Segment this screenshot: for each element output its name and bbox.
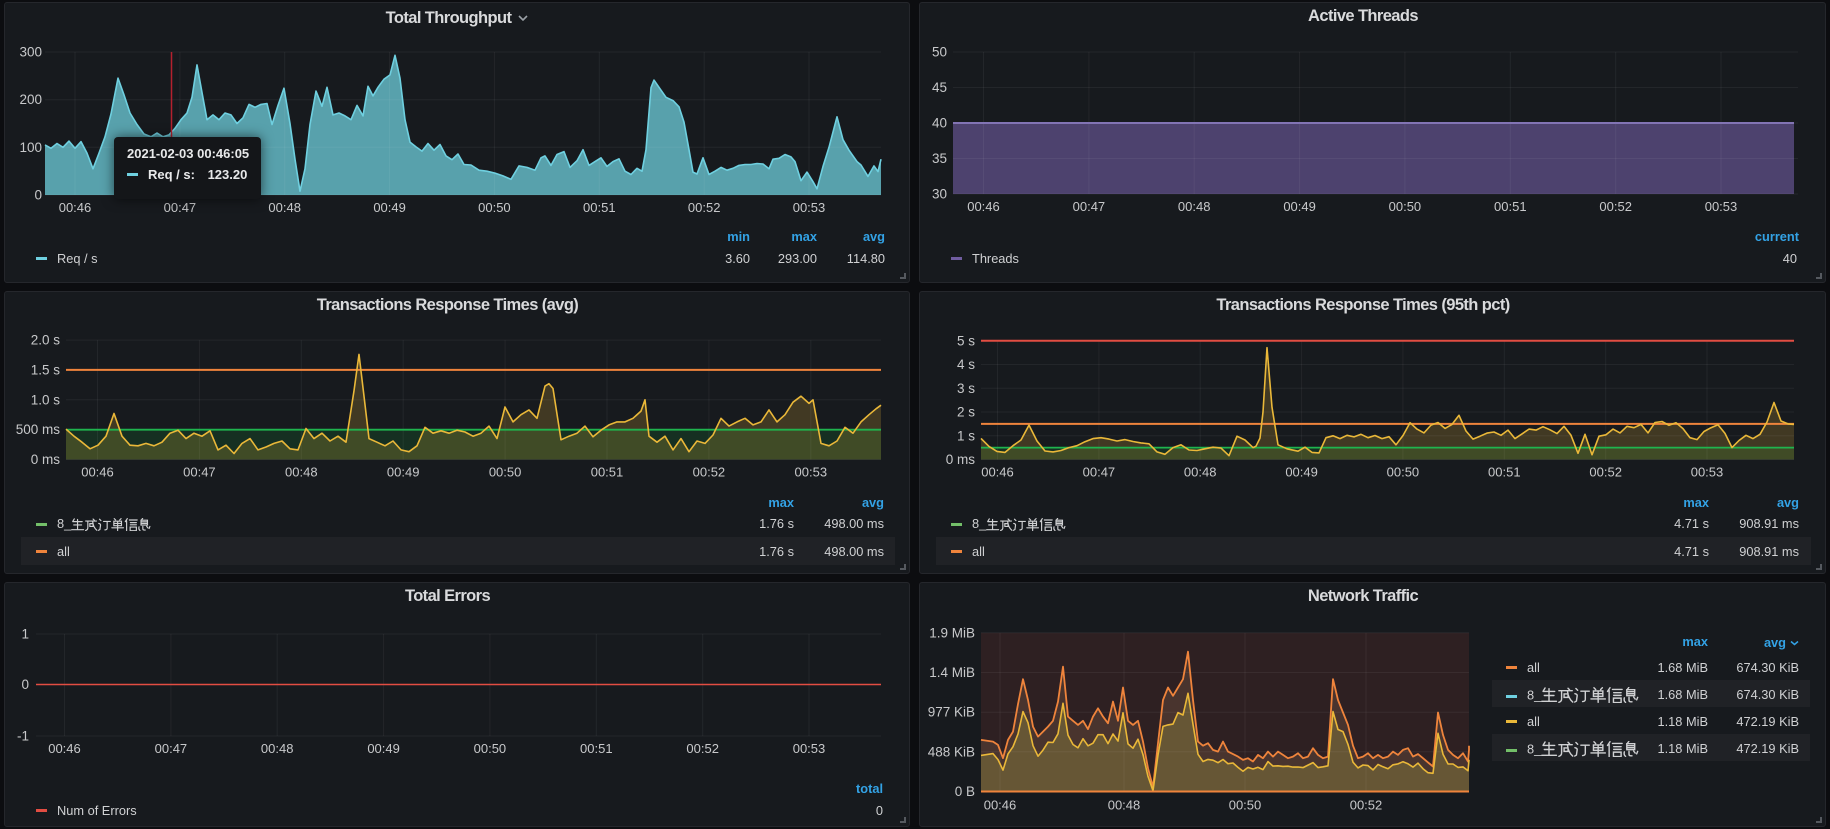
svg-text:00:48: 00:48 bbox=[1184, 465, 1217, 480]
svg-text:00:52: 00:52 bbox=[1599, 199, 1632, 214]
svg-text:00:47: 00:47 bbox=[183, 465, 216, 480]
svg-text:00:53: 00:53 bbox=[1691, 465, 1724, 480]
svg-text:00:47: 00:47 bbox=[155, 741, 188, 756]
svg-text:00:47: 00:47 bbox=[1083, 465, 1116, 480]
svg-text:00:50: 00:50 bbox=[1389, 199, 1422, 214]
svg-text:4 s: 4 s bbox=[957, 357, 975, 372]
svg-text:00:50: 00:50 bbox=[474, 741, 507, 756]
svg-text:1: 1 bbox=[21, 627, 29, 642]
svg-text:1.5 s: 1.5 s bbox=[31, 362, 61, 377]
svg-text:-1: -1 bbox=[17, 729, 29, 744]
svg-text:500 ms: 500 ms bbox=[16, 422, 61, 437]
svg-text:40: 40 bbox=[932, 116, 947, 131]
svg-text:00:51: 00:51 bbox=[1494, 199, 1527, 214]
svg-text:00:51: 00:51 bbox=[591, 465, 624, 480]
svg-text:00:50: 00:50 bbox=[1387, 465, 1420, 480]
svg-text:00:53: 00:53 bbox=[793, 200, 826, 215]
svg-text:00:46: 00:46 bbox=[81, 465, 114, 480]
svg-text:0 ms: 0 ms bbox=[946, 452, 976, 467]
svg-text:00:51: 00:51 bbox=[580, 741, 613, 756]
svg-text:00:52: 00:52 bbox=[688, 200, 721, 215]
svg-text:00:48: 00:48 bbox=[285, 465, 318, 480]
svg-text:00:46: 00:46 bbox=[981, 465, 1014, 480]
svg-text:00:52: 00:52 bbox=[1589, 465, 1622, 480]
svg-text:00:46: 00:46 bbox=[48, 741, 81, 756]
svg-text:00:48: 00:48 bbox=[268, 200, 301, 215]
svg-text:200: 200 bbox=[19, 92, 42, 107]
svg-text:00:47: 00:47 bbox=[1073, 199, 1106, 214]
svg-text:3 s: 3 s bbox=[957, 381, 975, 396]
svg-text:0: 0 bbox=[34, 188, 42, 203]
svg-text:00:49: 00:49 bbox=[373, 200, 406, 215]
svg-text:5 s: 5 s bbox=[957, 333, 975, 348]
svg-text:00:51: 00:51 bbox=[1488, 465, 1521, 480]
svg-text:00:49: 00:49 bbox=[387, 465, 420, 480]
svg-text:00:50: 00:50 bbox=[478, 200, 511, 215]
svg-text:00:48: 00:48 bbox=[1178, 199, 1211, 214]
svg-text:00:50: 00:50 bbox=[489, 465, 522, 480]
svg-text:00:46: 00:46 bbox=[967, 199, 1000, 214]
svg-text:00:53: 00:53 bbox=[1705, 199, 1738, 214]
svg-text:2.0 s: 2.0 s bbox=[31, 333, 61, 348]
svg-text:00:49: 00:49 bbox=[1283, 199, 1316, 214]
svg-text:45: 45 bbox=[932, 80, 947, 95]
svg-text:1 s: 1 s bbox=[957, 428, 975, 443]
svg-text:00:47: 00:47 bbox=[164, 200, 197, 215]
svg-text:00:48: 00:48 bbox=[261, 741, 294, 756]
svg-text:300: 300 bbox=[19, 45, 42, 60]
svg-text:0: 0 bbox=[21, 677, 29, 692]
svg-text:00:52: 00:52 bbox=[693, 465, 726, 480]
svg-text:1.0 s: 1.0 s bbox=[31, 392, 61, 407]
svg-text:100: 100 bbox=[19, 140, 42, 155]
svg-text:50: 50 bbox=[932, 45, 947, 60]
svg-text:00:49: 00:49 bbox=[1285, 465, 1318, 480]
svg-text:00:53: 00:53 bbox=[793, 741, 826, 756]
svg-text:30: 30 bbox=[932, 187, 947, 202]
svg-text:00:51: 00:51 bbox=[583, 200, 616, 215]
svg-text:00:53: 00:53 bbox=[795, 465, 828, 480]
svg-text:00:49: 00:49 bbox=[367, 741, 400, 756]
svg-text:00:46: 00:46 bbox=[59, 200, 92, 215]
svg-text:00:52: 00:52 bbox=[686, 741, 719, 756]
svg-text:35: 35 bbox=[932, 151, 947, 166]
svg-text:2 s: 2 s bbox=[957, 405, 975, 420]
svg-text:0 ms: 0 ms bbox=[31, 452, 61, 467]
